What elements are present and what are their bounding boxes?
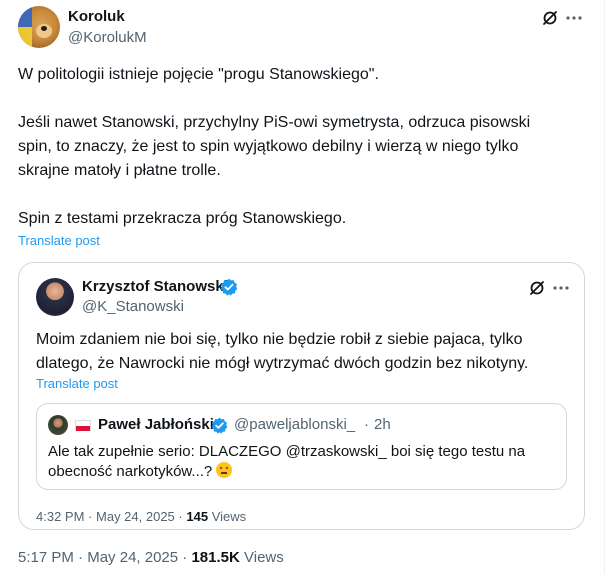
nested-author-name[interactable]: Paweł Jabłoński <box>98 416 214 433</box>
quoted-author-name[interactable]: Krzysztof Stanowski <box>82 278 228 295</box>
separator-dot: · <box>364 416 369 433</box>
quoted-date[interactable]: May 24, 2025 <box>96 509 175 524</box>
quoted-time[interactable]: 4:32 PM <box>36 509 84 524</box>
author-handle[interactable]: @KorolukM <box>68 29 147 46</box>
separator-dot: · <box>178 509 183 524</box>
verified-badge-icon <box>220 278 238 296</box>
more-horizontal-icon[interactable] <box>551 278 571 298</box>
more-horizontal-icon[interactable] <box>564 8 584 28</box>
quoted-post-meta: 4:32 PM · May 24, 2025 · 145 Views <box>36 509 246 524</box>
post-paragraph-2-line-2: spin, to znaczy, że jest to spin wyjątko… <box>18 138 519 155</box>
author-name[interactable]: Koroluk <box>68 8 125 25</box>
post-card: Koroluk @KorolukM W politologii istnieje… <box>0 0 612 574</box>
dog-nose <box>41 26 47 31</box>
nested-text-line-2-text: obecność narkotyków...? <box>48 463 213 480</box>
post-paragraph-2-line-1: Jeśli nawet Stanowski, przychylny PiS-ow… <box>18 114 531 131</box>
post-time[interactable]: 5:17 PM <box>18 549 74 566</box>
quoted-text-line-1: Moim zdaniem nie boi się, tylko nie będz… <box>36 331 523 348</box>
avatar[interactable] <box>18 6 60 48</box>
separator-dot: · <box>182 549 188 566</box>
nested-author-handle[interactable]: @paweljablonski_ <box>234 416 355 433</box>
quoted-post-text: Moim zdaniem nie boi się, tylko nie będz… <box>36 328 566 376</box>
quoted-text-line-2: dlatego, że Nawrocki nie mógł wytrzymać … <box>36 355 529 372</box>
thinking-face-icon <box>216 462 233 478</box>
nested-post-text: Ale tak zupełnie serio: DLACZEGO @trzask… <box>48 442 548 482</box>
avatar[interactable] <box>48 415 68 435</box>
grok-icon[interactable] <box>540 8 560 28</box>
nested-text-line-2: obecność narkotyków...? <box>48 462 548 482</box>
nested-timestamp[interactable]: 2h <box>374 416 391 433</box>
quoted-views-count: 145 <box>186 509 209 524</box>
post-paragraph-3: Spin z testami przekracza próg Stanowski… <box>18 210 347 227</box>
post-paragraph-1: W politologii istnieje pojęcie "progu St… <box>18 66 379 83</box>
nested-quoted-post[interactable]: Paweł Jabłoński @paweljablonski_ · 2h Al… <box>36 403 567 490</box>
avatar[interactable] <box>36 278 74 316</box>
quoted-post[interactable]: Krzysztof Stanowski @K_Stanowski Moim zd… <box>18 262 585 530</box>
translate-post-link[interactable]: Translate post <box>36 376 118 391</box>
separator-dot: · <box>88 509 93 524</box>
post-paragraph-2-line-3: skrajne matoły i płatne trolle. <box>18 162 221 179</box>
nested-text-line-1: Ale tak zupełnie serio: DLACZEGO @trzask… <box>48 443 526 460</box>
ukraine-flag-overlay <box>18 6 32 48</box>
separator-dot: · <box>78 549 84 566</box>
divider <box>604 0 605 574</box>
post-meta: 5:17 PM · May 24, 2025 · 181.5K Views <box>18 549 284 566</box>
translate-post-link[interactable]: Translate post <box>18 233 100 248</box>
quoted-views-label: Views <box>211 509 247 524</box>
quoted-author-handle[interactable]: @K_Stanowski <box>82 298 184 315</box>
post-date[interactable]: May 24, 2025 <box>87 549 178 566</box>
views-label: Views <box>244 549 284 566</box>
poland-flag-icon <box>75 420 91 431</box>
views-count: 181.5K <box>191 549 240 566</box>
grok-icon[interactable] <box>527 278 547 298</box>
verified-badge-icon <box>211 417 228 434</box>
